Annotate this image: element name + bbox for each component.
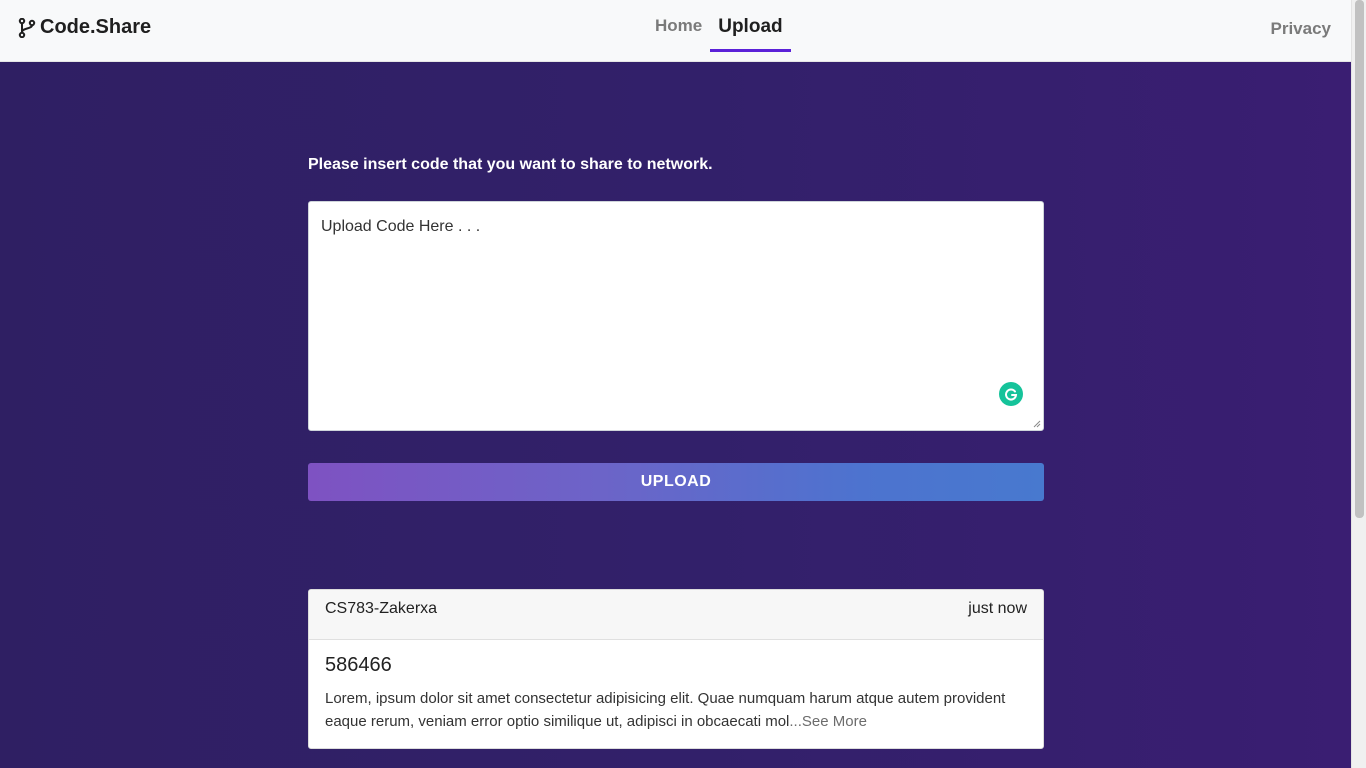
post-time: just now (968, 600, 1027, 617)
brand-name: Code.Share (40, 16, 152, 38)
upload-button[interactable]: UPLOAD (308, 463, 1044, 501)
post-title: 586466 (325, 654, 392, 676)
nav-home[interactable]: Home (650, 0, 707, 52)
see-more-link[interactable]: ...See More (789, 713, 867, 730)
nav-upload[interactable]: Upload (710, 0, 791, 52)
post-author: CS783-Zakerxa (325, 600, 438, 617)
code-input[interactable] (309, 202, 1043, 430)
card-header: CS783-Zakerxa just now (309, 590, 1043, 640)
scrollbar-thumb[interactable] (1355, 0, 1364, 518)
nav-privacy[interactable]: Privacy (1271, 19, 1332, 39)
post-body-text: Lorem, ipsum dolor sit amet consectetur … (325, 690, 1006, 730)
brand-link[interactable]: Code.Share (18, 16, 151, 39)
top-navbar: Code.Share Home Upload Privacy (0, 0, 1351, 62)
grammarly-icon[interactable] (999, 382, 1023, 406)
code-input-container (308, 201, 1044, 431)
code-branch-icon (18, 17, 36, 38)
main-nav: Home Upload (650, 0, 794, 62)
upload-instruction: Please insert code that you want to shar… (308, 156, 713, 173)
card-body: 586466 Lorem, ipsum dolor sit amet conse… (309, 640, 1043, 747)
post-body: Lorem, ipsum dolor sit amet consectetur … (325, 687, 1027, 733)
resize-handle-icon[interactable] (1033, 420, 1041, 428)
page-scrollbar[interactable] (1351, 0, 1366, 768)
code-post-card: CS783-Zakerxa just now 586466 Lorem, ips… (308, 589, 1044, 749)
